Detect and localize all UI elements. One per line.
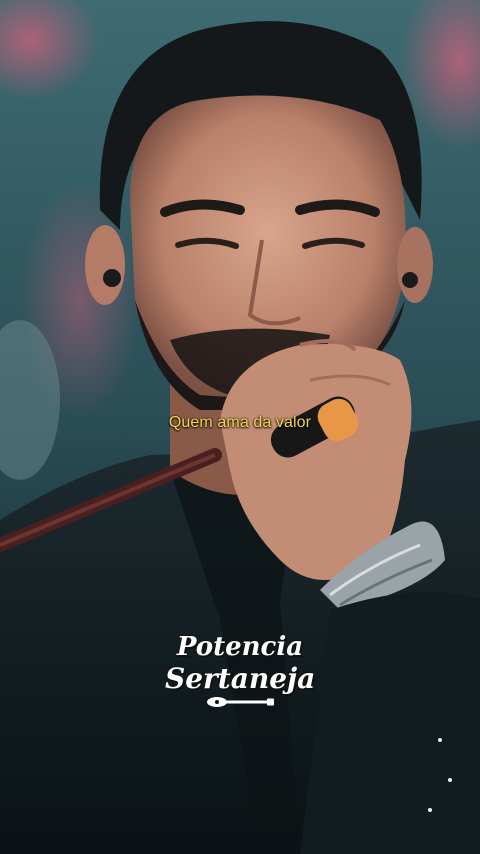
watermark-logo: Potencia Sertaneja [165,626,315,712]
guitar-icon [207,697,274,707]
lyric-caption: Quem ama da valor [168,414,312,431]
logo-text-line1: Potencia [176,632,304,662]
logo-text-line2: Sertaneja [165,662,316,695]
